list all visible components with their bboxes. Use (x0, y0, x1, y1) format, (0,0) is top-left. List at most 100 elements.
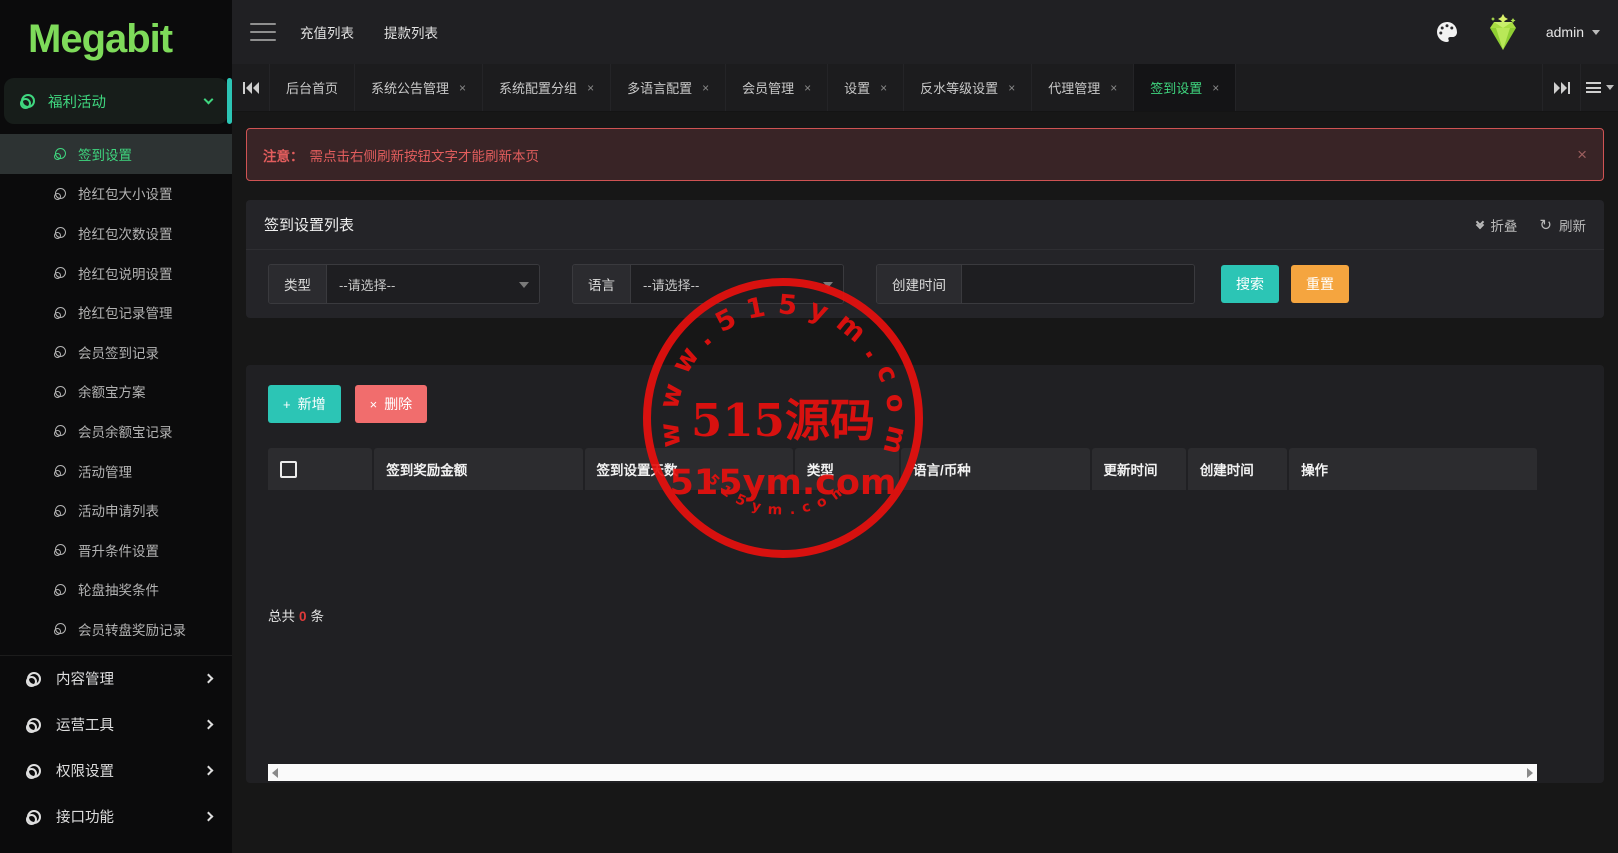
sidebar-item-roulette-conditions[interactable]: 轮盘抽奖条件 (0, 570, 232, 610)
close-tab-icon[interactable]: × (702, 82, 709, 94)
close-tab-icon[interactable]: × (1008, 82, 1015, 94)
close-tab-icon[interactable]: × (459, 82, 466, 94)
circle-icon (26, 671, 42, 687)
top-header: 充值列表 提款列表 (232, 0, 1618, 64)
column-actions[interactable]: 操作 (1289, 448, 1537, 490)
language-filter-group: 语言 --请选择-- (572, 264, 844, 304)
circle-icon (26, 717, 42, 733)
sidebar-item-member-yuebao-records[interactable]: 会员余额宝记录 (0, 411, 232, 451)
sidebar-item-activity-apply-list[interactable]: 活动申请列表 (0, 490, 232, 530)
sidebar-item-wheel-reward-records[interactable]: 会员转盘奖励记录 (0, 609, 232, 649)
type-select[interactable]: --请选择-- (327, 265, 539, 303)
close-tab-icon[interactable]: × (587, 82, 594, 94)
tab-signin-settings[interactable]: 签到设置 × (1134, 64, 1236, 111)
select-all-checkbox[interactable] (280, 461, 297, 478)
close-tab-icon[interactable]: × (1212, 82, 1219, 94)
tab-multilanguage-config[interactable]: 多语言配置 × (611, 64, 726, 111)
close-tab-icon[interactable]: × (880, 82, 887, 94)
table-header-row: 签到奖励金额 签到设置天数 类型 语言/币种 更新时间 创建时间 操作 (268, 448, 1537, 490)
column-update-time[interactable]: 更新时间 (1092, 448, 1186, 490)
theme-palette-icon[interactable] (1434, 19, 1460, 45)
topnav-withdraw-list[interactable]: 提款列表 (384, 22, 438, 42)
tabs-menu-icon[interactable] (1580, 64, 1618, 111)
chevron-right-icon (204, 766, 214, 776)
notice-alert: 注意： 需点击右侧刷新按钮文字才能刷新本页 × (246, 128, 1604, 181)
select-caret-icon (823, 282, 833, 288)
submenu-label: 余额宝方案 (78, 381, 146, 401)
close-tab-icon[interactable]: × (804, 82, 811, 94)
reset-button[interactable]: 重置 (1291, 265, 1349, 303)
sidebar-item-yuebao-plan[interactable]: 余额宝方案 (0, 372, 232, 412)
sidebar-scrollbar-thumb[interactable] (227, 78, 232, 124)
scroll-right-arrow-icon[interactable] (1527, 768, 1533, 778)
circle-icon (54, 464, 67, 477)
sidebar-section-permissions[interactable]: 权限设置 (0, 748, 232, 794)
sidebar-group-welfare[interactable]: 福利活动 (4, 78, 228, 124)
column-type[interactable]: 类型 (795, 448, 899, 490)
hamburger-icon[interactable] (250, 23, 276, 41)
sidebar-item-promotion-conditions[interactable]: 晋升条件设置 (0, 530, 232, 570)
sidebar-item-member-signin-records[interactable]: 会员签到记录 (0, 332, 232, 372)
tab-system-config-groups[interactable]: 系统配置分组 × (483, 64, 611, 111)
circle-icon (54, 424, 67, 437)
horizontal-scrollbar[interactable] (268, 764, 1537, 781)
sidebar-item-redpacket-count[interactable]: 抢红包次数设置 (0, 213, 232, 253)
avatar-diamond-icon[interactable] (1482, 12, 1524, 52)
select-caret-icon (519, 282, 529, 288)
tab-rebate-level-settings[interactable]: 反水等级设置 × (904, 64, 1032, 111)
tab-settings[interactable]: 设置 × (828, 64, 904, 111)
tab-system-announcements[interactable]: 系统公告管理 × (355, 64, 483, 111)
total-count-value: 0 (299, 609, 307, 624)
create-time-label: 创建时间 (877, 265, 962, 303)
tab-label: 系统公告管理 (371, 78, 449, 97)
sidebar-submenu: 签到设置 抢红包大小设置 抢红包次数设置 抢红包说明设置 抢红包记录管理 会员签… (0, 124, 232, 649)
tab-label: 系统配置分组 (499, 78, 577, 97)
user-menu[interactable]: admin (1546, 24, 1600, 40)
table-card: + 新增 × 删除 签到奖励金额 签到设置天数 类型 语言/币种 更新时间 创建… (246, 365, 1604, 783)
collapse-button[interactable]: 折叠 (1477, 215, 1517, 235)
submenu-label: 会员转盘奖励记录 (78, 619, 186, 639)
tabs-scroll-left-icon[interactable] (232, 64, 270, 111)
sidebar-section-operation-tools[interactable]: 运营工具 (0, 702, 232, 748)
tab-agent-management[interactable]: 代理管理 × (1032, 64, 1134, 111)
circle-icon (54, 306, 67, 319)
section-label: 接口功能 (56, 806, 191, 827)
scroll-left-arrow-icon[interactable] (272, 768, 278, 778)
tabs-scroll-right-icon[interactable] (1542, 64, 1580, 111)
create-time-input[interactable] (962, 265, 1194, 303)
column-language-currency[interactable]: 语言/币种 (901, 448, 1089, 490)
submenu-label: 抢红包记录管理 (78, 302, 173, 322)
section-label: 内容管理 (56, 668, 191, 689)
alert-close-icon[interactable]: × (1577, 145, 1587, 165)
language-select[interactable]: --请选择-- (631, 265, 843, 303)
tab-label: 设置 (844, 78, 870, 97)
add-button[interactable]: + 新增 (268, 385, 341, 423)
search-button[interactable]: 搜索 (1221, 265, 1279, 303)
column-reward-amount[interactable]: 签到奖励金额 (374, 448, 582, 490)
submenu-label: 会员签到记录 (78, 342, 159, 362)
sidebar-section-api[interactable]: 接口功能 (0, 794, 232, 840)
sidebar-item-activity-manage[interactable]: 活动管理 (0, 451, 232, 491)
delete-button[interactable]: × 删除 (355, 385, 428, 423)
refresh-button[interactable]: ↻ 刷新 (1539, 215, 1586, 235)
circle-icon (54, 187, 67, 200)
circle-icon (26, 763, 42, 779)
tab-member-management[interactable]: 会员管理 × (726, 64, 828, 111)
sidebar-group-label: 福利活动 (48, 91, 193, 112)
sidebar-item-redpacket-records[interactable]: 抢红包记录管理 (0, 292, 232, 332)
submenu-label: 会员余额宝记录 (78, 421, 173, 441)
circle-icon (54, 345, 67, 358)
sidebar-item-redpacket-desc[interactable]: 抢红包说明设置 (0, 253, 232, 293)
column-signin-days[interactable]: 签到设置天数 (585, 448, 793, 490)
close-tab-icon[interactable]: × (1110, 82, 1117, 94)
column-create-time[interactable]: 创建时间 (1188, 448, 1287, 490)
tab-home[interactable]: 后台首页 (270, 64, 355, 111)
circle-icon (26, 809, 42, 825)
submenu-label: 晋升条件设置 (78, 540, 159, 560)
sidebar-item-signin-settings[interactable]: 签到设置 (0, 134, 232, 174)
sidebar-section-content[interactable]: 内容管理 (0, 656, 232, 702)
topnav-recharge-list[interactable]: 充值列表 (300, 22, 354, 42)
sidebar-item-redpacket-size[interactable]: 抢红包大小设置 (0, 174, 232, 214)
submenu-label: 轮盘抽奖条件 (78, 579, 159, 599)
submenu-label: 签到设置 (78, 144, 132, 164)
